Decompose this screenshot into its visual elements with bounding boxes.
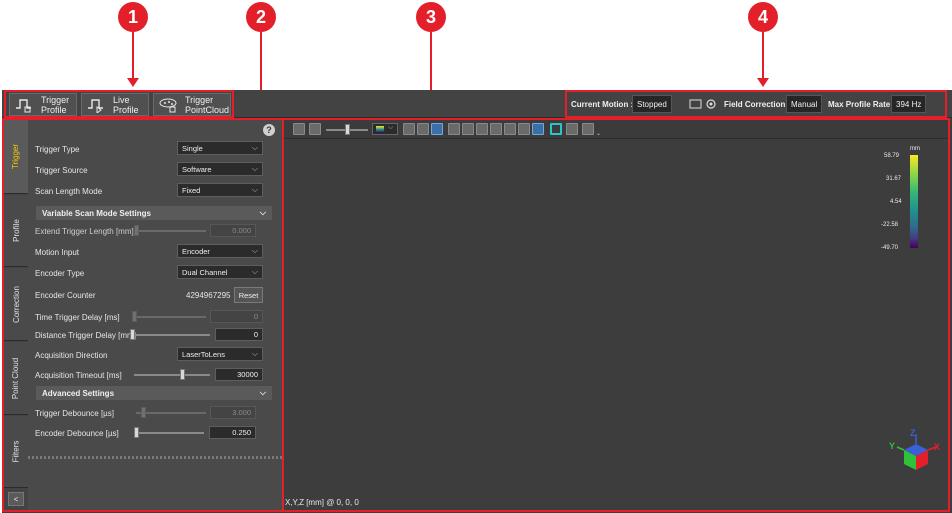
callout-1-arrow [132, 32, 134, 78]
mode-group-highlight [4, 90, 234, 118]
callout-3: 3 [416, 2, 446, 32]
callout-4-arrowhead [757, 78, 769, 87]
callout-1-arrowhead [127, 78, 139, 87]
settings-panel-highlight [2, 118, 284, 512]
viewer-highlight [282, 118, 950, 512]
callout-2: 2 [246, 2, 276, 32]
callout-4: 4 [748, 2, 778, 32]
callout-1: 1 [118, 2, 148, 32]
callout-4-arrow [762, 32, 764, 78]
status-group-highlight [565, 90, 947, 118]
